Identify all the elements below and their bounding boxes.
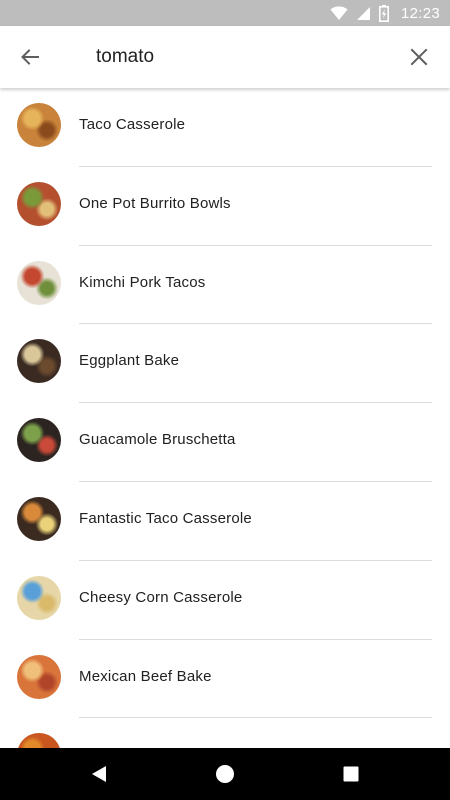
nav-back-button[interactable] [87, 762, 111, 786]
search-input[interactable] [96, 40, 386, 74]
recipe-thumbnail [17, 496, 61, 541]
back-button[interactable] [14, 41, 46, 73]
recipe-thumbnail [17, 733, 61, 748]
recipe-thumbnail [17, 339, 61, 384]
recipe-title: Eggplant Bake [79, 352, 180, 370]
result-item[interactable]: Taco Casserole [0, 88, 450, 167]
nav-recents-icon [343, 766, 359, 782]
recipe-title: Cheesy Corn Casserole [79, 588, 243, 606]
battery-charging-icon [378, 4, 389, 22]
nav-home-icon [216, 765, 234, 783]
result-item[interactable]: Cheesy Corn Casserole [0, 561, 450, 640]
recipe-title: One Pot Burrito Bowls [79, 194, 231, 212]
nav-recents-button[interactable] [339, 762, 363, 786]
recipe-thumbnail [17, 103, 61, 147]
results-list: Taco Casserole One Pot Burrito Bowls Kimch… [0, 88, 450, 748]
search-bar [0, 26, 450, 88]
result-item[interactable]: Mexican Beef Bake [0, 640, 450, 719]
recipe-thumbnail [17, 181, 61, 226]
result-item[interactable]: Eggplant Bake [0, 324, 450, 404]
recipe-title: Taco Casserole [79, 116, 186, 133]
wifi-icon [330, 5, 348, 21]
clear-search-button[interactable] [403, 41, 435, 73]
recipe-thumbnail [17, 418, 61, 463]
result-item[interactable]: Fantastic Taco Casserole [0, 482, 450, 561]
recipe-title: Kimchi Pork Tacos [79, 273, 206, 291]
recipe-thumbnail [17, 654, 61, 699]
recipe-title: Guacamole Bruschetta [79, 431, 236, 449]
result-item[interactable] [0, 718, 450, 748]
nav-home-button[interactable] [213, 762, 237, 786]
arrow-left-icon [21, 49, 39, 65]
recipe-title: Fantastic Taco Casserole [79, 509, 252, 527]
close-icon [410, 48, 428, 66]
status-time: 12:23 [400, 4, 440, 22]
system-nav-bar [0, 748, 450, 800]
result-item[interactable]: Kimchi Pork Tacos [0, 246, 450, 325]
recipe-thumbnail [17, 575, 61, 620]
nav-back-icon [92, 766, 106, 782]
result-item[interactable]: Guacamole Bruschetta [0, 403, 450, 482]
status-bar: 12:23 [0, 0, 450, 26]
recipe-title: Mexican Beef Bake [79, 667, 212, 685]
result-item[interactable]: One Pot Burrito Bowls [0, 167, 450, 246]
signal-icon [356, 6, 371, 21]
recipe-thumbnail [17, 260, 61, 305]
